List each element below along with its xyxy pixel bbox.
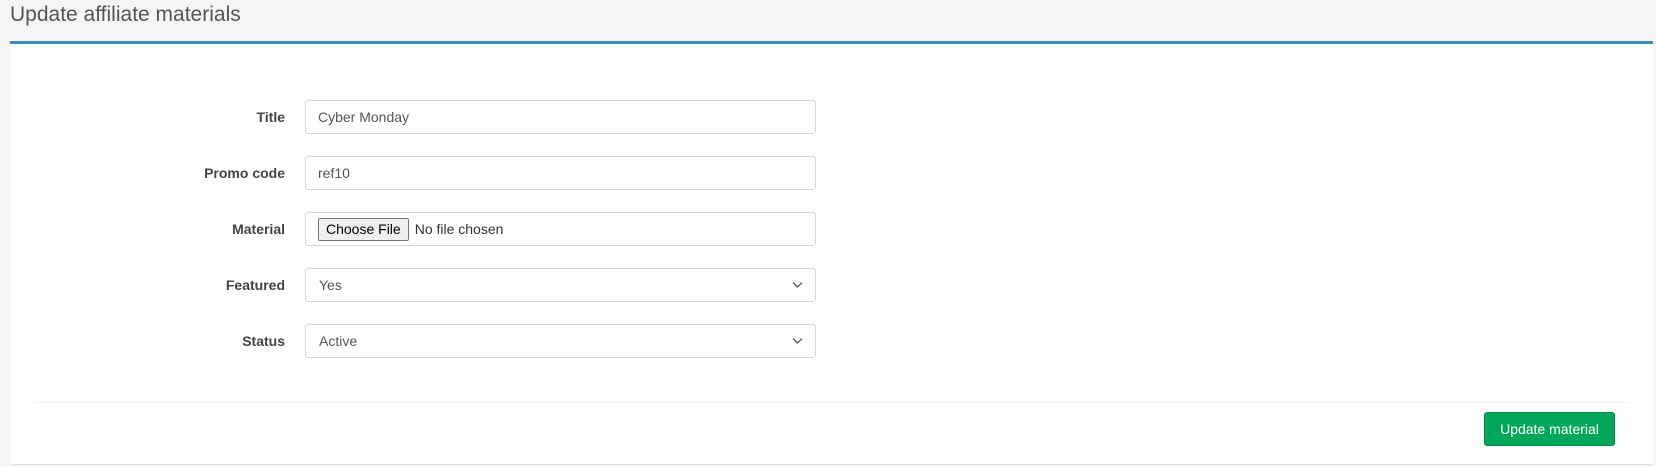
material-file-input[interactable]: Choose File No file chosen (305, 212, 816, 246)
title-row: Title (10, 100, 1653, 134)
chevron-down-icon (792, 338, 803, 344)
file-status-text: No file chosen (414, 221, 504, 237)
status-label: Status (242, 333, 285, 349)
status-selected-value: Active (319, 333, 358, 349)
promo-code-label: Promo code (204, 165, 285, 181)
material-row: Material Choose File No file chosen (10, 212, 1653, 246)
featured-selected-value: Yes (319, 277, 342, 293)
promo-code-row: Promo code (10, 156, 1653, 190)
featured-select[interactable]: Yes (305, 268, 816, 302)
material-label: Material (232, 221, 285, 237)
featured-label: Featured (225, 277, 285, 293)
status-row: Status Active (10, 324, 1653, 358)
featured-row: Featured Yes (10, 268, 1653, 302)
form-panel: Title Promo code Material Choose File No… (10, 41, 1653, 465)
update-material-button[interactable]: Update material (1484, 412, 1615, 446)
page-title: Update affiliate materials (10, 3, 241, 26)
promo-code-input[interactable] (305, 156, 816, 190)
choose-file-button[interactable]: Choose File (318, 217, 409, 241)
chevron-down-icon (792, 282, 803, 288)
title-input[interactable] (305, 100, 816, 134)
status-select[interactable]: Active (305, 324, 816, 358)
footer-divider (34, 402, 1629, 403)
title-label: Title (256, 109, 285, 125)
